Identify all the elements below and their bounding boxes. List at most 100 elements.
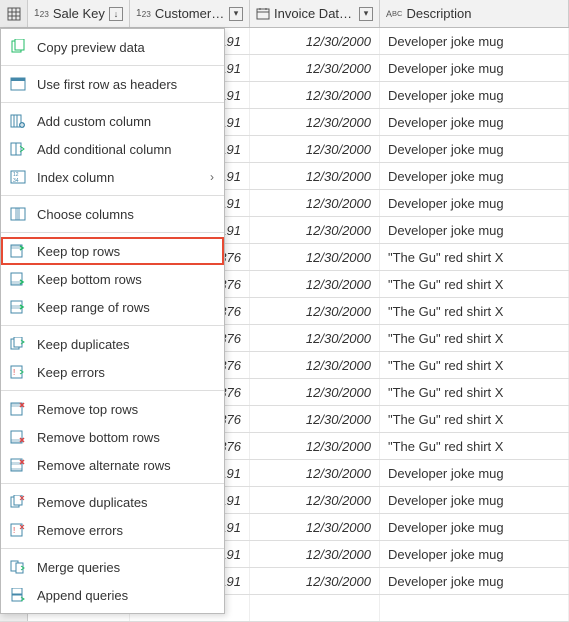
index-column-icon: 1234: [9, 168, 27, 186]
cell-description: Developer joke mug: [380, 514, 569, 540]
menu-keep-bottom-rows[interactable]: Keep bottom rows: [1, 265, 224, 293]
cell-description: Developer joke mug: [380, 460, 569, 486]
cell-description: Developer joke mug: [380, 163, 569, 189]
svg-text:!: !: [13, 526, 15, 535]
cell-invoice-date: 12/30/2000: [250, 298, 380, 324]
menu-separator: [1, 325, 224, 326]
menu-use-first-row-as-headers[interactable]: Use first row as headers: [1, 70, 224, 98]
menu-separator: [1, 232, 224, 233]
cell-invoice-date: 12/30/2000: [250, 514, 380, 540]
menu-choose-columns[interactable]: Choose columns: [1, 200, 224, 228]
remove-bottom-icon: [9, 428, 27, 446]
menu-remove-bottom-rows[interactable]: Remove bottom rows: [1, 423, 224, 451]
cell-invoice-date: 12/30/2000: [250, 406, 380, 432]
cell-description: "The Gu" red shirt X: [380, 298, 569, 324]
menu-separator: [1, 483, 224, 484]
cell-description: "The Gu" red shirt X: [380, 271, 569, 297]
cell-description: "The Gu" red shirt X: [380, 325, 569, 351]
cell-description: Developer joke mug: [380, 82, 569, 108]
copy-icon: [9, 38, 27, 56]
column-header-customer-key[interactable]: 123 Customer Key ▾: [130, 0, 250, 27]
cell-invoice-date: 12/30/2000: [250, 28, 380, 54]
keep-errors-icon: !: [9, 363, 27, 381]
submenu-chevron-icon: ›: [210, 170, 214, 184]
cell-invoice-date: 12/30/2000: [250, 55, 380, 81]
menu-merge-queries[interactable]: Merge queries: [1, 553, 224, 581]
cell-description: "The Gu" red shirt X: [380, 244, 569, 270]
cell-invoice-date: 12/30/2000: [250, 541, 380, 567]
table-corner-button[interactable]: [0, 0, 28, 27]
column-label: Sale Key: [53, 6, 105, 21]
keep-duplicates-icon: [9, 335, 27, 353]
menu-remove-errors[interactable]: ! Remove errors: [1, 516, 224, 544]
cell-invoice-date: 12/30/2000: [250, 217, 380, 243]
choose-columns-icon: [9, 205, 27, 223]
menu-keep-errors[interactable]: ! Keep errors: [1, 358, 224, 386]
table-icon: [7, 7, 21, 21]
cell-invoice-date: 12/30/2000: [250, 136, 380, 162]
svg-text:34: 34: [13, 178, 19, 184]
int-type-icon: 123: [34, 8, 49, 19]
menu-append-queries[interactable]: Append queries: [1, 581, 224, 609]
menu-separator: [1, 195, 224, 196]
menu-copy-preview-data[interactable]: Copy preview data: [1, 33, 224, 61]
column-header-sale-key[interactable]: 123 Sale Key ↓: [28, 0, 130, 27]
add-column-icon: [9, 112, 27, 130]
menu-keep-duplicates[interactable]: Keep duplicates: [1, 330, 224, 358]
menu-remove-top-rows[interactable]: Remove top rows: [1, 395, 224, 423]
menu-keep-range-of-rows[interactable]: Keep range of rows: [1, 293, 224, 321]
remove-alternate-icon: [9, 456, 27, 474]
column-header-row: 123 Sale Key ↓ 123 Customer Key ▾ Invoic…: [0, 0, 569, 28]
menu-separator: [1, 548, 224, 549]
menu-remove-duplicates[interactable]: Remove duplicates: [1, 488, 224, 516]
remove-errors-icon: !: [9, 521, 27, 539]
cell-description: [380, 595, 569, 621]
conditional-column-icon: [9, 140, 27, 158]
cell-description: Developer joke mug: [380, 568, 569, 594]
column-header-invoice-date-key[interactable]: Invoice Date Key ▾: [250, 0, 380, 27]
cell-description: "The Gu" red shirt X: [380, 406, 569, 432]
headers-icon: [9, 75, 27, 93]
cell-description: Developer joke mug: [380, 190, 569, 216]
sort-asc-icon[interactable]: ↓: [109, 7, 123, 21]
menu-separator: [1, 102, 224, 103]
filter-dropdown-icon[interactable]: ▾: [359, 7, 373, 21]
cell-description: Developer joke mug: [380, 487, 569, 513]
int-type-icon: 123: [136, 8, 151, 19]
menu-add-custom-column[interactable]: Add custom column: [1, 107, 224, 135]
cell-invoice-date: 12/30/2000: [250, 190, 380, 216]
cell-description: Developer joke mug: [380, 541, 569, 567]
menu-index-column[interactable]: 1234 Index column ›: [1, 163, 224, 191]
cell-description: Developer joke mug: [380, 28, 569, 54]
cell-invoice-date: 12/30/2000: [250, 379, 380, 405]
cell-invoice-date: [250, 595, 380, 621]
merge-icon: [9, 558, 27, 576]
column-header-description[interactable]: ABC Description: [380, 0, 569, 27]
svg-text:!: !: [13, 368, 15, 377]
remove-duplicates-icon: [9, 493, 27, 511]
cell-invoice-date: 12/30/2000: [250, 568, 380, 594]
text-type-icon: ABC: [386, 9, 402, 19]
menu-add-conditional-column[interactable]: Add conditional column: [1, 135, 224, 163]
cell-description: Developer joke mug: [380, 55, 569, 81]
keep-top-icon: [9, 242, 27, 260]
menu-separator: [1, 390, 224, 391]
keep-bottom-icon: [9, 270, 27, 288]
cell-description: Developer joke mug: [380, 217, 569, 243]
remove-top-icon: [9, 400, 27, 418]
cell-description: "The Gu" red shirt X: [380, 379, 569, 405]
cell-description: Developer joke mug: [380, 109, 569, 135]
date-type-icon: [256, 8, 270, 20]
menu-separator: [1, 65, 224, 66]
cell-invoice-date: 12/30/2000: [250, 460, 380, 486]
cell-description: Developer joke mug: [380, 136, 569, 162]
menu-remove-alternate-rows[interactable]: Remove alternate rows: [1, 451, 224, 479]
cell-invoice-date: 12/30/2000: [250, 271, 380, 297]
cell-invoice-date: 12/30/2000: [250, 325, 380, 351]
cell-description: "The Gu" red shirt X: [380, 352, 569, 378]
menu-keep-top-rows[interactable]: Keep top rows: [1, 237, 224, 265]
filter-dropdown-icon[interactable]: ▾: [229, 7, 243, 21]
cell-description: "The Gu" red shirt X: [380, 433, 569, 459]
cell-invoice-date: 12/30/2000: [250, 487, 380, 513]
append-icon: [9, 586, 27, 604]
